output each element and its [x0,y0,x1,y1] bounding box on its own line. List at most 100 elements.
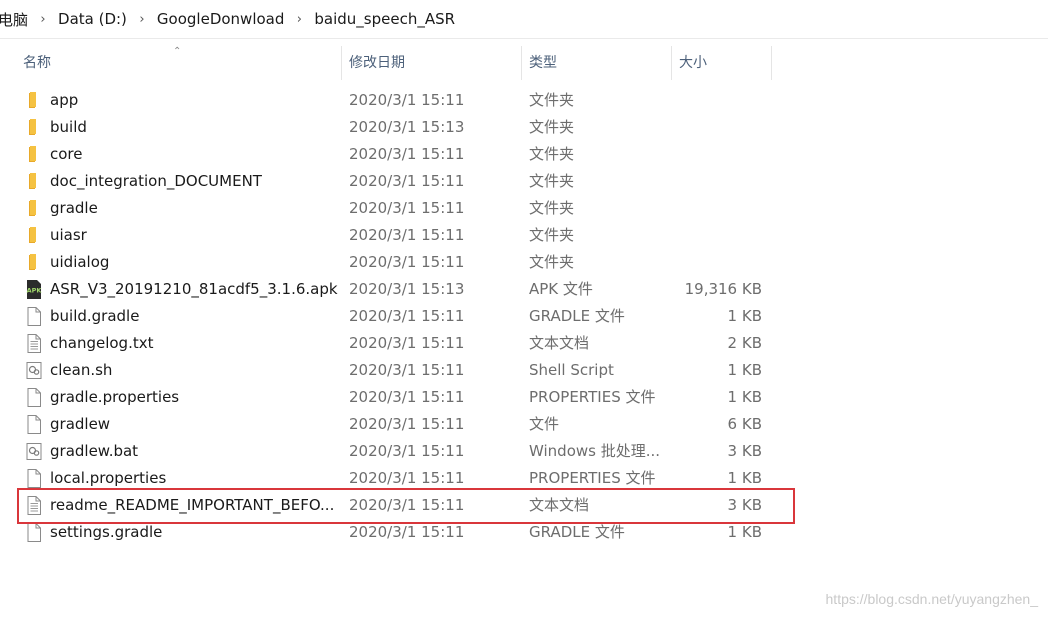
file-size: 1 KB [727,388,762,406]
file-name: core [50,145,83,163]
file-size: 19,316 KB [684,280,762,298]
file-size: 1 KB [727,469,762,487]
file-size: 1 KB [727,307,762,325]
file-type: 文件夹 [529,91,575,109]
folder-icon [24,171,44,192]
file-size: 3 KB [727,442,762,460]
file-type: 文件夹 [529,226,575,244]
column-divider[interactable] [771,46,772,80]
file-row[interactable]: doc_integration_DOCUMENT 2020/3/1 15:11 文件… [20,168,772,195]
file-size: 1 KB [727,361,762,379]
file-type: Shell Script [529,361,614,379]
file-size [670,87,762,114]
file-type: PROPERTIES 文件 [529,469,656,487]
file-type: GRADLE 文件 [529,307,625,325]
folder-icon [24,225,44,246]
chevron-right-icon[interactable]: › [286,12,312,27]
file-type: GRADLE 文件 [529,523,625,541]
folder-icon [24,252,44,273]
file-name: ASR_V3_20191210_81acdf5_3.1.6.apk [50,280,338,298]
file-date: 2020/3/1 15:11 [349,334,465,352]
file-row[interactable]: build.gradle 2020/3/1 15:11 GRADLE 文件 1 KB [20,303,772,330]
blank-file-icon [24,522,44,543]
file-row[interactable]: readme_README_IMPORTANT_BEFO... 2020/3/1 … [20,492,772,519]
script-file-icon [24,441,44,462]
watermark: https://blog.csdn.net/yuyangzhen_ [825,591,1038,607]
file-type: 文件夹 [529,199,575,217]
file-date: 2020/3/1 15:11 [349,172,465,190]
file-row[interactable]: app 2020/3/1 15:11 文件夹 [20,87,772,114]
column-header-type[interactable]: 类型 [529,44,659,82]
file-size [670,249,762,276]
file-date: 2020/3/1 15:11 [349,91,465,109]
file-name: gradle [50,199,98,217]
file-name: build [50,118,87,136]
file-type: 文件夹 [529,172,575,190]
breadcrumb-item-baidu-speech-asr[interactable]: baidu_speech_ASR [312,10,457,28]
file-row[interactable]: gradle 2020/3/1 15:11 文件夹 [20,195,772,222]
folder-icon [24,117,44,138]
blank-file-icon [24,306,44,327]
folder-icon [24,198,44,219]
file-name: app [50,91,79,109]
blank-file-icon [24,414,44,435]
column-header-row: 名称 修改日期 类型 大小 [0,44,1048,82]
file-row[interactable]: uiasr 2020/3/1 15:11 文件夹 [20,222,772,249]
column-header-date[interactable]: 修改日期 [349,44,509,82]
column-header-name[interactable]: 名称 [23,44,323,82]
file-row[interactable]: core 2020/3/1 15:11 文件夹 [20,141,772,168]
file-date: 2020/3/1 15:11 [349,388,465,406]
file-row[interactable]: local.properties 2020/3/1 15:11 PROPERTIES… [20,465,772,492]
file-name: readme_README_IMPORTANT_BEFO... [50,496,335,514]
file-name: gradlew.bat [50,442,139,460]
column-divider[interactable] [671,46,672,80]
file-date: 2020/3/1 15:13 [349,118,465,136]
file-name: settings.gradle [50,523,163,541]
breadcrumb-item-googledonwload[interactable]: GoogleDonwload [155,10,286,28]
breadcrumb-item-this-pc[interactable]: 电脑 [0,9,30,30]
file-row[interactable]: APK ASR_V3_20191210_81acdf5_3.1.6.apk 2020… [20,276,772,303]
file-row[interactable]: gradlew 2020/3/1 15:11 文件 6 KB [20,411,772,438]
folder-icon [24,144,44,165]
file-type: APK 文件 [529,280,593,298]
file-size [670,168,762,195]
file-size: 2 KB [727,334,762,352]
column-divider[interactable] [521,46,522,80]
file-date: 2020/3/1 15:11 [349,496,465,514]
chevron-right-icon[interactable]: › [30,12,56,27]
file-type: 文件夹 [529,118,575,136]
file-date: 2020/3/1 15:11 [349,199,465,217]
svg-text:APK: APK [27,287,43,295]
file-row[interactable]: clean.sh 2020/3/1 15:11 Shell Script 1 KB [20,357,772,384]
file-row[interactable]: settings.gradle 2020/3/1 15:11 GRADLE 文件 1 … [20,519,772,546]
apk-file-icon: APK [24,279,44,300]
file-date: 2020/3/1 15:11 [349,361,465,379]
column-divider[interactable] [341,46,342,80]
file-type: Windows 批处理... [529,442,661,460]
file-row[interactable]: gradle.properties 2020/3/1 15:11 PROPERTIE… [20,384,772,411]
chevron-right-icon[interactable]: › [129,12,155,27]
file-name: uidialog [50,253,110,271]
file-size [670,195,762,222]
breadcrumb-item-drive[interactable]: Data (D:) [56,10,129,28]
file-row[interactable]: uidialog 2020/3/1 15:11 文件夹 [20,249,772,276]
file-type: 文件夹 [529,145,575,163]
script-file-icon [24,360,44,381]
file-size: 1 KB [727,523,762,541]
file-name: changelog.txt [50,334,154,352]
file-row[interactable]: gradlew.bat 2020/3/1 15:11 Windows 批处理... 3… [20,438,772,465]
file-name: gradle.properties [50,388,180,406]
file-type: 文本文档 [529,334,590,352]
file-date: 2020/3/1 15:13 [349,280,465,298]
text-file-icon [24,495,44,516]
column-header-size[interactable]: 大小 [679,44,769,82]
file-size [670,114,762,141]
file-name: build.gradle [50,307,140,325]
text-file-icon [24,333,44,354]
file-row[interactable]: changelog.txt 2020/3/1 15:11 文本文档 2 KB [20,330,772,357]
breadcrumb: 电脑 › Data (D:) › GoogleDonwload › baidu_… [0,0,1048,39]
file-date: 2020/3/1 15:11 [349,442,465,460]
folder-icon [24,90,44,111]
file-date: 2020/3/1 15:11 [349,307,465,325]
file-row[interactable]: build 2020/3/1 15:13 文件夹 [20,114,772,141]
